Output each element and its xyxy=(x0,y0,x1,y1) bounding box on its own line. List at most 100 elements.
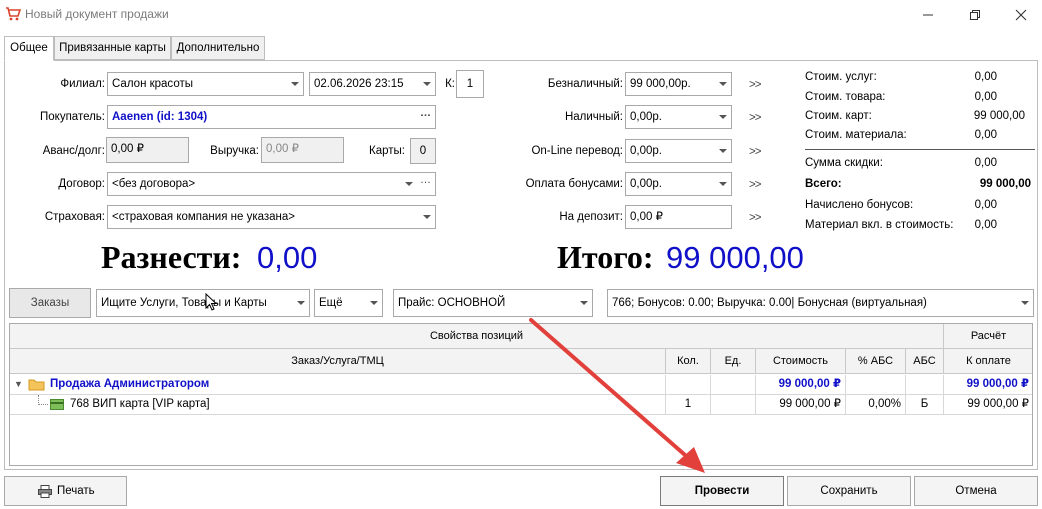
insurance-value: <страховая компания не указана> xyxy=(112,211,295,223)
tab-linked-cards[interactable]: Привязанные карты xyxy=(54,36,171,60)
buyer-value: Aaenen (id: 1304) xyxy=(112,111,208,123)
contract-select[interactable]: <без договора> … xyxy=(107,172,436,196)
cash-transfer-button[interactable]: >> xyxy=(749,112,761,124)
summary-divider xyxy=(805,149,1035,150)
chevron-down-icon xyxy=(715,106,731,128)
cashless-select[interactable]: 99 000,00р. xyxy=(625,72,732,96)
col-header-item[interactable]: Заказ/Услуга/ТМЦ xyxy=(10,349,666,374)
col-header-abs-pct[interactable]: % АБС xyxy=(846,349,906,374)
title-bar: Новый документ продажи xyxy=(0,0,1042,30)
col-header-pay[interactable]: К оплате xyxy=(944,349,1032,374)
close-button[interactable] xyxy=(1006,4,1036,26)
goods-cost-value: 0,00 xyxy=(974,91,997,103)
ellipsis-icon[interactable]: … xyxy=(420,106,431,124)
material-cost-value: 0,00 xyxy=(974,129,997,141)
group-abs-cell xyxy=(906,375,944,395)
item-name: 768 ВИП карта [VIP карта] xyxy=(70,398,210,410)
grand-total-label: Итого: xyxy=(557,239,654,275)
col-header-unit[interactable]: Ед. xyxy=(711,349,756,374)
datetime-value: 02.06.2026 23:15 xyxy=(314,78,404,90)
online-select[interactable]: 0,00р. xyxy=(625,139,732,163)
table-row[interactable]: 768 ВИП карта [VIP карта] 1 99 000,00 ₽ … xyxy=(10,395,1032,415)
search-placeholder: Ищите Услуги, Товары и Карты xyxy=(101,297,267,309)
branch-value: Салон красоты xyxy=(112,78,193,90)
branch-select[interactable]: Салон красоты xyxy=(107,72,304,96)
total-value: 99 000,00 xyxy=(979,178,1031,190)
material-cost-label: Стоим. материала: xyxy=(805,129,907,141)
post-button[interactable]: Провести xyxy=(660,476,784,506)
cashless-label: Безналичный: xyxy=(547,78,623,90)
chevron-down-icon xyxy=(419,206,435,228)
orders-button[interactable]: Заказы xyxy=(9,288,91,318)
item-pay-cell: 99 000,00 ₽ xyxy=(944,395,1032,415)
price-list-select[interactable]: Прайс: ОСНОВНОЙ xyxy=(393,289,593,317)
restore-icon xyxy=(970,10,980,20)
buyer-field[interactable]: Aaenen (id: 1304) … xyxy=(107,105,436,129)
bonus-pay-select[interactable]: 0,00р. xyxy=(625,172,732,196)
advance-label: Аванс/долг: xyxy=(42,145,105,157)
table-row-group[interactable]: ▼ Продажа Администратором 99 000,00 ₽ 99… xyxy=(10,375,1032,395)
services-cost-label: Стоим. услуг: xyxy=(805,71,877,83)
more-select[interactable]: Ещё xyxy=(314,289,383,317)
group-unit-cell xyxy=(711,375,756,395)
card-icon xyxy=(50,399,64,410)
collapse-icon[interactable]: ▼ xyxy=(14,375,23,394)
more-label: Ещё xyxy=(319,297,343,309)
insurance-label: Страховая: xyxy=(44,211,105,223)
cashless-transfer-button[interactable]: >> xyxy=(749,79,761,91)
discount-value: 0,00 xyxy=(974,157,997,169)
print-label: Печать xyxy=(57,485,95,497)
item-abs-cell: Б xyxy=(906,395,944,415)
shopping-cart-icon xyxy=(6,7,21,21)
col-header-qty[interactable]: Кол. xyxy=(666,349,711,374)
item-cost-cell: 99 000,00 ₽ xyxy=(756,395,846,415)
k-label: К: xyxy=(445,78,455,90)
minimize-button[interactable] xyxy=(913,4,943,26)
minimize-icon xyxy=(923,14,933,16)
folder-icon xyxy=(28,379,45,391)
insurance-select[interactable]: <страховая компания не указана> xyxy=(107,205,436,229)
save-button[interactable]: Сохранить xyxy=(787,476,911,506)
cash-label: Наличный: xyxy=(564,111,623,123)
bonus-card-select[interactable]: 766; Бонусов: 0.00; Выручка: 0.00| Бонус… xyxy=(607,289,1034,317)
branch-label: Филиал: xyxy=(60,78,105,90)
chevron-down-icon[interactable] xyxy=(401,173,417,195)
contract-label: Договор: xyxy=(58,178,105,190)
cards-count-field: 0 xyxy=(410,138,436,164)
item-unit-cell xyxy=(711,395,756,415)
tab-additional[interactable]: Дополнительно xyxy=(171,36,265,60)
bonus-card-value: 766; Бонусов: 0.00; Выручка: 0.00| Бонус… xyxy=(612,297,927,309)
group-qty-cell xyxy=(666,375,711,395)
cards-label: Карты: xyxy=(369,145,405,157)
deposit-field[interactable]: 0,00 ₽ xyxy=(625,205,732,229)
material-included-label: Материал вкл. в стоимость: xyxy=(805,219,954,231)
cashless-value: 99 000,00р. xyxy=(630,78,691,90)
restore-button[interactable] xyxy=(960,4,990,26)
cash-value: 0,00р. xyxy=(630,111,662,123)
chevron-down-icon xyxy=(576,292,592,314)
chevron-down-icon xyxy=(715,140,731,162)
cancel-button[interactable]: Отмена xyxy=(914,476,1038,506)
col-header-cost[interactable]: Стоимость xyxy=(756,349,846,374)
tab-general[interactable]: Общее xyxy=(4,36,54,61)
chevron-down-icon xyxy=(366,292,382,314)
chevron-down-icon xyxy=(419,73,435,95)
printer-icon xyxy=(38,485,52,498)
print-button[interactable]: Печать xyxy=(4,476,127,506)
col-header-abs[interactable]: АБС xyxy=(906,349,944,374)
online-value: 0,00р. xyxy=(630,145,662,157)
positions-grid: Свойства позиций Расчёт Заказ/Услуга/ТМЦ… xyxy=(9,323,1033,466)
group-name-cell: ▼ Продажа Администратором xyxy=(10,375,666,395)
k-field[interactable]: 1 xyxy=(456,70,484,98)
ellipsis-icon[interactable]: … xyxy=(420,173,431,191)
deposit-transfer-button[interactable]: >> xyxy=(749,212,761,224)
item-name-cell: 768 ВИП карта [VIP карта] xyxy=(10,395,666,415)
bonus-transfer-button[interactable]: >> xyxy=(749,179,761,191)
cash-select[interactable]: 0,00р. xyxy=(625,105,732,129)
group-abs-pct-cell xyxy=(846,375,906,395)
datetime-picker[interactable]: 02.06.2026 23:15 xyxy=(309,72,436,96)
search-input[interactable]: Ищите Услуги, Товары и Карты xyxy=(96,289,310,317)
online-transfer-button[interactable]: >> xyxy=(749,146,761,158)
bonus-pay-label: Оплата бонусами: xyxy=(525,178,623,190)
group-cost-cell: 99 000,00 ₽ xyxy=(756,375,846,395)
